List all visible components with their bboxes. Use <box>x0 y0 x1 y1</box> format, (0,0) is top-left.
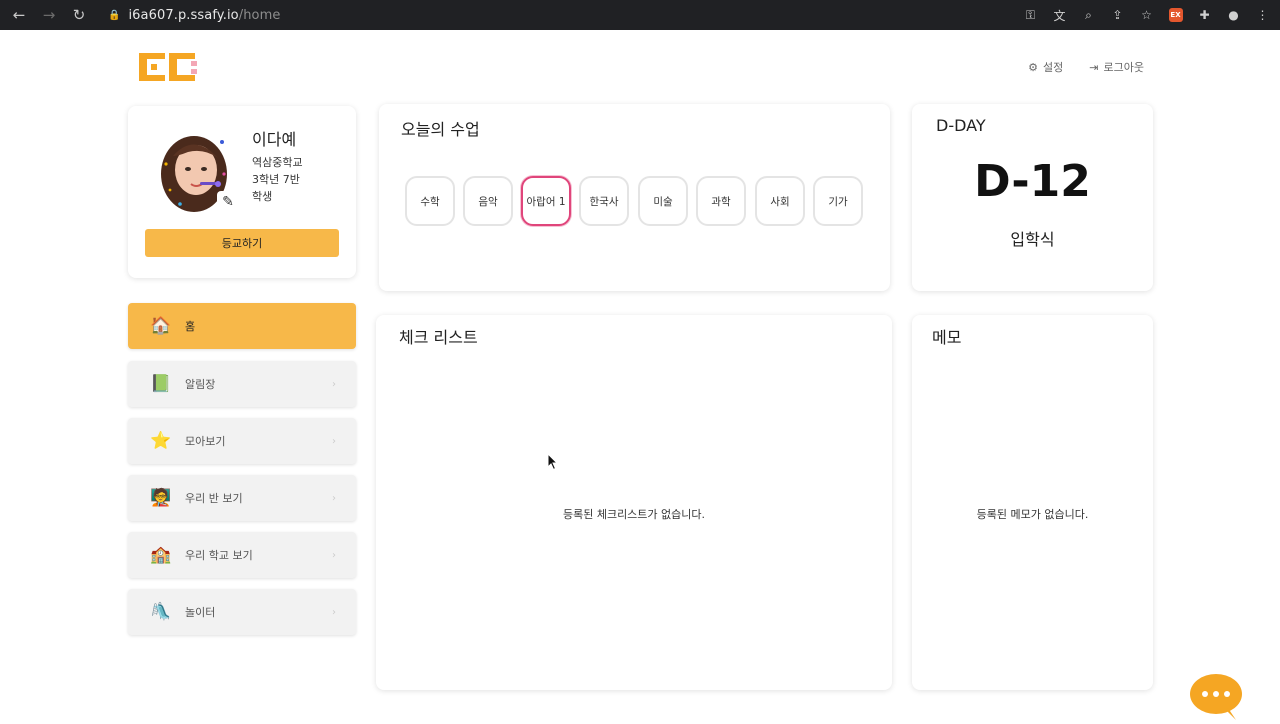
menu-item-my-class[interactable]: 🧑‍🏫 우리 반 보기 › <box>128 475 356 521</box>
logo-icon <box>139 53 197 81</box>
subject-chip[interactable]: 과학 <box>696 176 746 226</box>
profile-name: 이다예 <box>252 130 297 149</box>
kebab-menu-icon[interactable]: ⋮ <box>1251 0 1274 30</box>
chat-bubble-icon <box>1190 674 1242 720</box>
profile-class: 3학년 7반 <box>252 173 300 186</box>
today-classes-card: 오늘의 수업 수학 음악 아랍어 1 한국사 미술 과학 사회 기가 <box>379 104 890 291</box>
subject-chip-current[interactable]: 아랍어 1 <box>521 176 571 226</box>
slide-icon: 🛝 <box>150 602 172 622</box>
checkin-button[interactable]: 등교하기 <box>145 229 339 257</box>
classroom-icon: 🧑‍🏫 <box>150 488 172 508</box>
dday-card: D-DAY D-12 입학식 <box>912 104 1153 291</box>
translate-icon[interactable]: 文 <box>1048 0 1071 30</box>
share-icon[interactable]: ⇪ <box>1106 0 1129 30</box>
today-classes-title: 오늘의 수업 <box>401 120 480 139</box>
subject-chip[interactable]: 미술 <box>638 176 688 226</box>
logout-icon: ⇥ <box>1089 60 1099 74</box>
subject-chip[interactable]: 한국사 <box>579 176 629 226</box>
edit-profile-icon[interactable]: ✎ <box>217 191 239 213</box>
checklist-empty-text: 등록된 체크리스트가 없습니다. <box>562 508 706 521</box>
back-icon[interactable]: ← <box>4 0 34 30</box>
menu-item-home[interactable]: 🏠 홈 <box>128 303 356 349</box>
profile-icon[interactable]: ● <box>1222 0 1245 30</box>
chevron-right-icon: › <box>332 378 336 390</box>
settings-link[interactable]: ⚙ 설정 <box>1028 59 1063 75</box>
extension-badge-icon[interactable]: EX <box>1164 0 1187 30</box>
extensions-puzzle-icon[interactable]: ✚ <box>1193 0 1216 30</box>
menu-item-collection[interactable]: ⭐ 모아보기 › <box>128 418 356 464</box>
profile-school: 역삼중학교 <box>252 156 303 169</box>
logout-link[interactable]: ⇥ 로그아웃 <box>1089 59 1144 75</box>
subject-chip[interactable]: 수학 <box>405 176 455 226</box>
chevron-right-icon: › <box>332 435 336 447</box>
menu-item-my-school[interactable]: 🏫 우리 학교 보기 › <box>128 532 356 578</box>
notebook-icon: 📗 <box>150 374 172 394</box>
site-logo[interactable] <box>139 53 199 81</box>
dday-value: D-12 <box>974 156 1091 207</box>
subject-chip[interactable]: 음악 <box>463 176 513 226</box>
checklist-title: 체크 리스트 <box>399 328 478 347</box>
chevron-right-icon: › <box>332 492 336 504</box>
gear-icon: ⚙ <box>1028 60 1039 74</box>
forward-icon[interactable]: → <box>34 0 64 30</box>
address-bar[interactable]: i6a607.p.ssafy.io/home <box>128 8 280 23</box>
house-icon: 🏠 <box>150 316 172 336</box>
chevron-right-icon: › <box>332 606 336 618</box>
subject-chip[interactable]: 기가 <box>813 176 863 226</box>
profile-card: ✎ 이다예 역삼중학교 3학년 7반 학생 등교하기 <box>128 106 356 278</box>
profile-role: 학생 <box>252 190 273 203</box>
star-icon: ⭐ <box>150 431 172 451</box>
checklist-card: 체크 리스트 등록된 체크리스트가 없습니다. <box>376 315 892 690</box>
menu-item-notice[interactable]: 📗 알림장 › <box>128 361 356 407</box>
bookmark-star-icon[interactable]: ☆ <box>1135 0 1158 30</box>
zoom-icon[interactable]: ⌕ <box>1077 0 1100 30</box>
school-icon: 🏫 <box>150 545 172 565</box>
menu-item-playground[interactable]: 🛝 놀이터 › <box>128 589 356 635</box>
lock-icon: 🔒 <box>108 9 121 21</box>
browser-toolbar: ← → ↻ 🔒 i6a607.p.ssafy.io/home ⚿ 文 ⌕ ⇪ ☆… <box>0 0 1280 30</box>
chevron-right-icon: › <box>332 549 336 561</box>
key-icon[interactable]: ⚿ <box>1019 0 1042 30</box>
memo-empty-text: 등록된 메모가 없습니다. <box>976 508 1089 521</box>
memo-title: 메모 <box>932 328 962 347</box>
mouse-cursor-icon <box>547 453 559 471</box>
reload-icon[interactable]: ↻ <box>64 0 94 30</box>
memo-card: 메모 등록된 메모가 없습니다. <box>912 315 1153 690</box>
dday-title: D-DAY <box>936 116 986 135</box>
subject-chip[interactable]: 사회 <box>755 176 805 226</box>
chat-button[interactable] <box>1188 672 1244 720</box>
dday-event: 입학식 <box>1010 230 1055 249</box>
